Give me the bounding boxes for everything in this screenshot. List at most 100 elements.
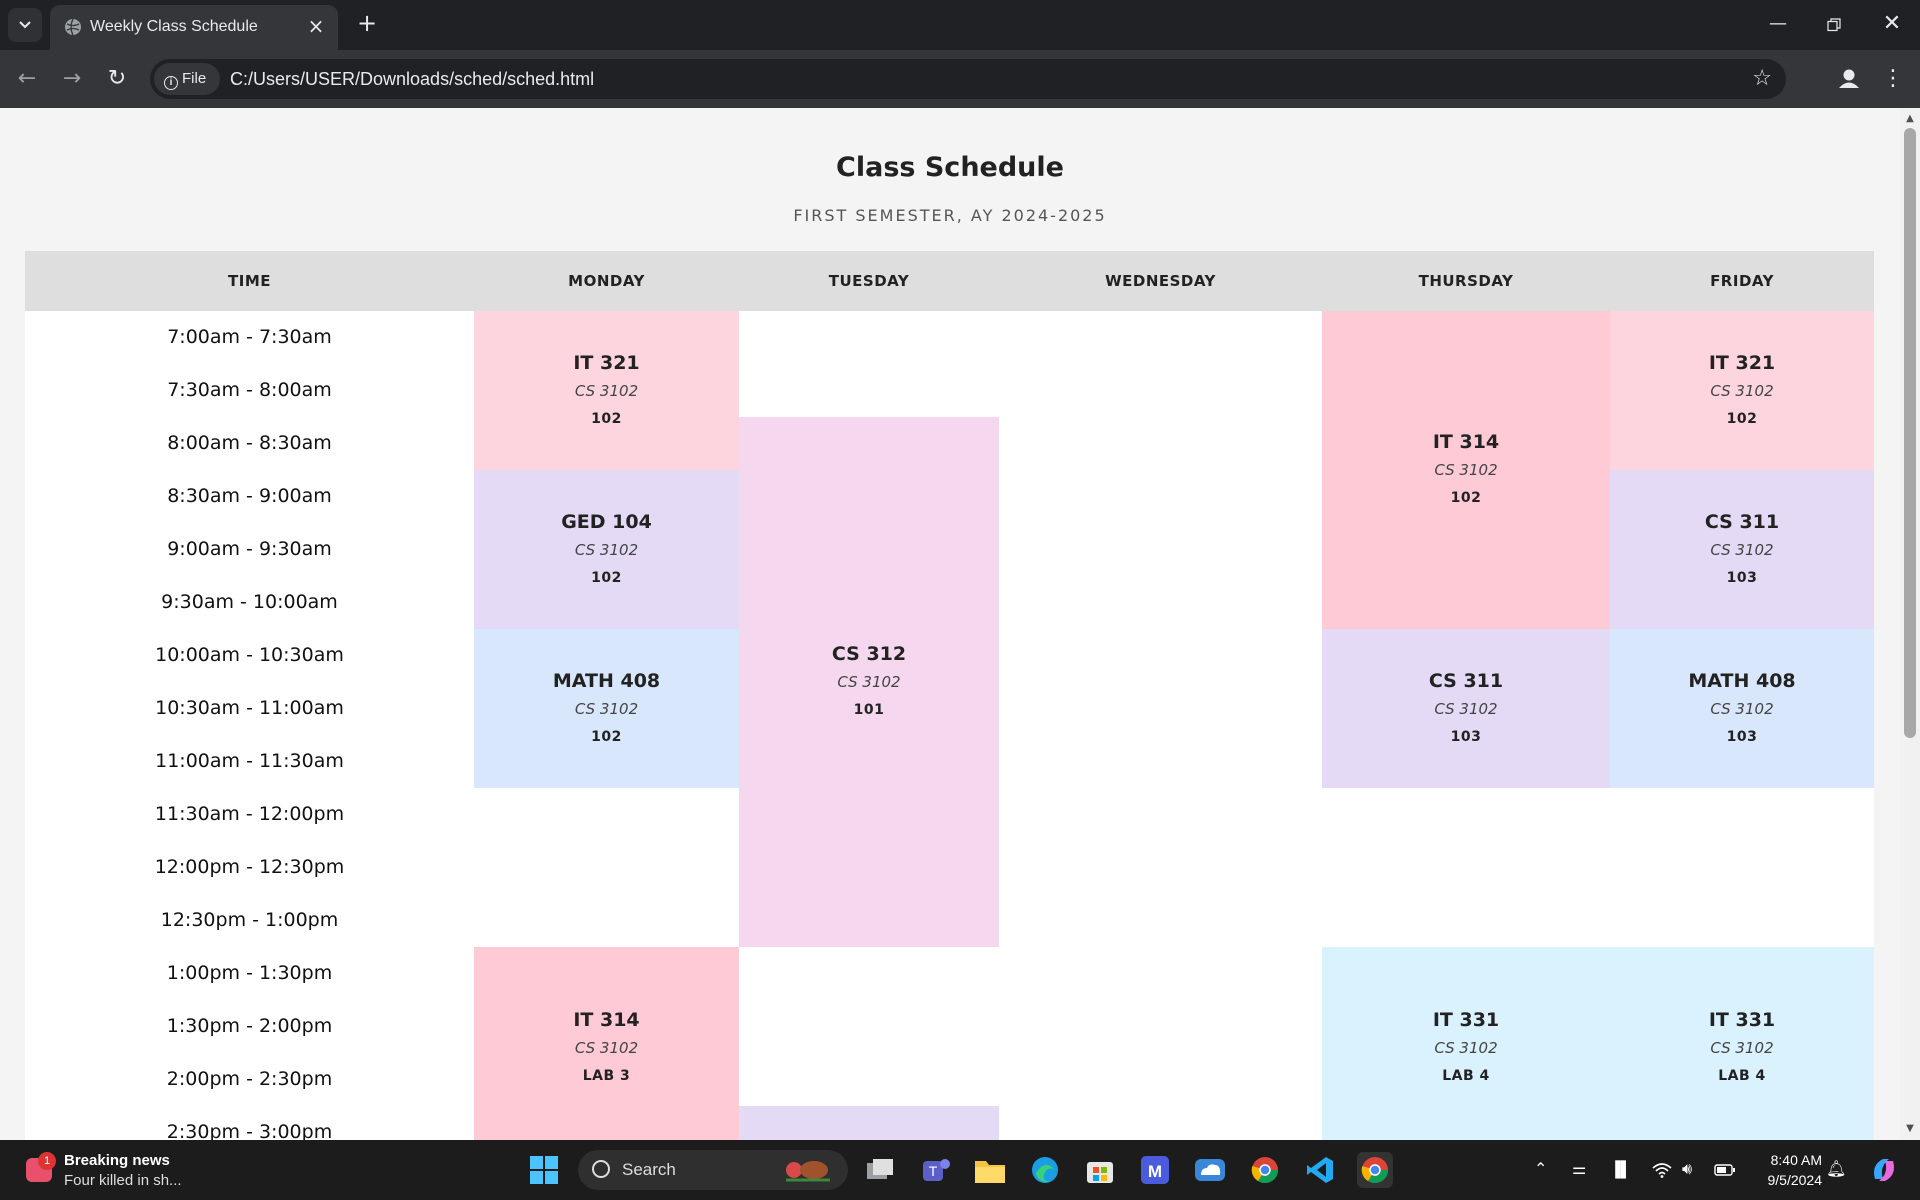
- restore-icon: [1827, 18, 1841, 32]
- time-slot: 7:00am - 7:30am: [167, 326, 332, 348]
- class-code: IT 331: [1708, 1008, 1776, 1031]
- class-section: CS 3102: [1710, 540, 1774, 559]
- time-slot: 8:30am - 9:00am: [167, 485, 332, 507]
- onedrive-icon[interactable]: [1192, 1152, 1228, 1188]
- time-slot: 11:30am - 12:00pm: [154, 803, 345, 825]
- restore-button[interactable]: [1808, 8, 1860, 42]
- copilot-icon[interactable]: [1866, 1152, 1902, 1188]
- start-button[interactable]: [526, 1152, 562, 1188]
- chrome-profile-icon[interactable]: [1247, 1152, 1283, 1188]
- class-section: CS 3102: [574, 1038, 639, 1057]
- volume-icon[interactable]: 🔊︎: [1682, 1140, 1692, 1200]
- time-slot: 10:30am - 11:00am: [155, 697, 344, 719]
- system-clock[interactable]: 8:40 AM 9/5/2024: [1750, 1150, 1823, 1190]
- task-view-icon[interactable]: [862, 1152, 898, 1188]
- app-m-icon[interactable]: M: [1137, 1152, 1173, 1188]
- tab-close-icon[interactable]: ×: [304, 15, 328, 39]
- browser-toolbar: ← → ↻ i File C:/Users/USER/Downloads/sche…: [0, 50, 1920, 108]
- browser-menu-button[interactable]: ⋮: [1876, 60, 1910, 98]
- class-block[interactable]: GED 104 CS 3102 102: [474, 470, 739, 629]
- scroll-up-arrow-icon[interactable]: ▲: [1900, 110, 1920, 128]
- class-block[interactable]: CS 312 CS 3102 101: [739, 417, 999, 947]
- class-block[interactable]: IT 321 CS 3102 102: [474, 311, 739, 470]
- taskbar-search[interactable]: Search: [578, 1150, 848, 1190]
- class-block[interactable]: CS 311 CS 3102 103: [1322, 629, 1610, 788]
- clock-date: 9/5/2024: [1767, 1172, 1823, 1188]
- class-block[interactable]: MATH 408 CS 3102 102: [474, 629, 739, 788]
- class-code: IT 314: [573, 1008, 640, 1031]
- chevron-up-icon[interactable]: ⌃: [1534, 1140, 1547, 1200]
- site-info-chip[interactable]: i File: [154, 63, 220, 95]
- chevron-down-icon: [19, 21, 31, 29]
- class-section: CS 3102: [574, 540, 639, 559]
- time-slot: 1:30pm - 2:00pm: [166, 1015, 333, 1037]
- class-block-content: IT 321 CS 3102 102: [573, 349, 639, 433]
- bookmark-star-icon[interactable]: ☆: [1752, 59, 1772, 99]
- chrome-icon[interactable]: [1357, 1152, 1393, 1188]
- settings-sliders-icon[interactable]: ⚌: [1572, 1140, 1586, 1200]
- microsoft-store-icon[interactable]: [1082, 1152, 1118, 1188]
- minimize-button[interactable]: —: [1752, 8, 1804, 42]
- teams-icon[interactable]: T: [918, 1152, 954, 1188]
- page-subtitle: FIRST SEMESTER, AY 2024-2025: [793, 206, 1107, 225]
- battery-icon[interactable]: [1714, 1140, 1736, 1200]
- back-button[interactable]: ←: [8, 60, 46, 98]
- time-slot: 10:00am - 10:30am: [155, 644, 344, 666]
- class-block[interactable]: IT 314 CS 3102 LAB 3: [474, 947, 739, 1140]
- class-block-content: MATH 408 CS 3102 103: [1688, 667, 1795, 751]
- class-block[interactable]: IT 314 CS 3102 102: [1322, 311, 1610, 629]
- wifi-icon[interactable]: [1652, 1140, 1672, 1200]
- news-text: Four killed in sh...: [64, 1172, 182, 1189]
- class-room: LAB 3: [582, 1067, 631, 1084]
- time-slot: 7:30am - 8:00am: [167, 379, 332, 401]
- address-bar[interactable]: i File C:/Users/USER/Downloads/sched/sche…: [150, 59, 1786, 99]
- page-title: Class Schedule: [836, 152, 1064, 183]
- class-block-content: GED 104 CS 3102 102: [561, 508, 652, 592]
- notification-bell-icon[interactable]: 🔔︎: [1826, 1140, 1846, 1200]
- class-block[interactable]: IT 331 CS 3102 LAB 4: [1322, 947, 1610, 1140]
- info-icon: i: [164, 76, 178, 90]
- page-scrollbar[interactable]: ▲ ▼: [1900, 108, 1920, 1140]
- clock-time: 8:40 AM: [1770, 1152, 1822, 1168]
- class-room: 103: [1450, 728, 1482, 745]
- reload-button[interactable]: ↻: [98, 60, 136, 98]
- class-section: CS 3102: [1434, 461, 1498, 479]
- browser-chrome: Weekly Class Schedule × + — ✕ ← → ↻ i Fil…: [0, 0, 1920, 108]
- class-block-content: IT 331 CS 3102 LAB 4: [1433, 1006, 1499, 1090]
- class-block[interactable]: IT 321 CS 3102 102: [1610, 311, 1874, 470]
- profile-button[interactable]: [1830, 60, 1868, 98]
- time-slot: 12:30pm - 1:00pm: [160, 909, 339, 931]
- tab-search-button[interactable]: [8, 8, 42, 42]
- file-explorer-icon[interactable]: [972, 1152, 1008, 1188]
- class-block[interactable]: IT 331 CS 3102 LAB 4: [1610, 947, 1874, 1140]
- class-block-content: IT 321 CS 3102 102: [1709, 349, 1775, 433]
- forward-button[interactable]: →: [53, 60, 91, 98]
- profile-icon: [1839, 69, 1859, 88]
- news-widget[interactable]: 1 Breaking news Four killed in sh...: [22, 1148, 202, 1192]
- class-section: CS 3102: [1434, 1038, 1498, 1057]
- scrollbar-thumb[interactable]: [1904, 128, 1916, 738]
- edge-icon[interactable]: [1027, 1152, 1063, 1188]
- time-slot: 11:00am - 11:30am: [155, 750, 344, 772]
- tab-active[interactable]: Weekly Class Schedule ×: [50, 5, 338, 50]
- class-room: 102: [1726, 410, 1758, 427]
- class-block-content: CS 311 CS 3102 103: [1705, 508, 1779, 592]
- class-code: GED 104: [561, 510, 652, 533]
- news-badge: 1: [38, 1152, 56, 1170]
- class-block-content: CS 311 CS 3102 103: [1429, 667, 1503, 751]
- news-title: Breaking news: [64, 1152, 170, 1169]
- class-block[interactable]: MATH 408 CS 3102 103: [1610, 629, 1874, 788]
- close-window-button[interactable]: ✕: [1866, 8, 1918, 42]
- class-code: CS 311: [1704, 510, 1780, 533]
- vscode-icon[interactable]: [1302, 1152, 1338, 1188]
- url-text[interactable]: C:/Users/USER/Downloads/sched/sched.html: [230, 59, 594, 99]
- class-section: CS 3102: [837, 673, 901, 691]
- header-friday: FRIDAY: [1710, 272, 1774, 290]
- new-tab-button[interactable]: +: [353, 10, 381, 38]
- class-code: IT 321: [1708, 351, 1776, 374]
- app-tray-icon[interactable]: ▐▌: [1610, 1140, 1631, 1200]
- class-block[interactable]: CS 311 CS 3102 103: [1610, 470, 1874, 629]
- class-block[interactable]: [739, 1106, 999, 1140]
- scroll-down-arrow-icon[interactable]: ▼: [1900, 1120, 1920, 1138]
- class-room: LAB 4: [1718, 1067, 1766, 1084]
